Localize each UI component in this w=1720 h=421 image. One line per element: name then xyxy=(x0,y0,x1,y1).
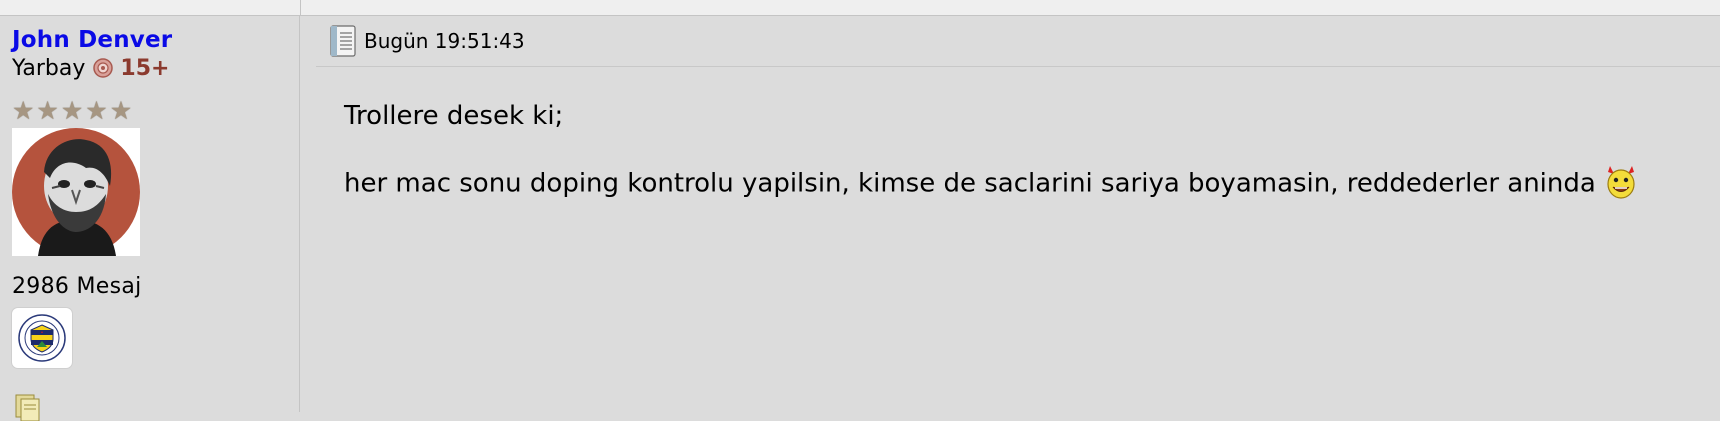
notes-icon[interactable] xyxy=(12,391,42,421)
top-bar xyxy=(0,0,1720,16)
star-icon: ★ xyxy=(12,96,35,125)
author-username-link[interactable]: John Denver xyxy=(12,27,172,53)
header-divider xyxy=(316,66,1720,67)
top-divider xyxy=(300,0,301,15)
author-avatar[interactable] xyxy=(12,128,140,256)
devil-smiley-icon xyxy=(1607,166,1635,199)
fenerbahce-badge-icon xyxy=(12,308,72,368)
author-post-count: 2986 Mesaj xyxy=(12,274,142,299)
document-icon[interactable] xyxy=(330,25,356,57)
star-icon: ★ xyxy=(109,96,133,125)
rank-stars: ★ ★ ★ ★ ★ xyxy=(12,98,132,123)
rank-title: Yarbay xyxy=(12,55,86,81)
post-line-with-smiley: her mac sonu doping kontrolu yapilsin, k… xyxy=(344,164,1638,204)
author-sidebar: John Denver Yarbay 15+ ★ ★ ★ ★ ★ 2986 Me… xyxy=(0,16,300,421)
post-timestamp: Bugün 19:51:43 xyxy=(364,29,525,53)
author-rank: Yarbay 15+ xyxy=(12,54,169,82)
post-line: Trollere desek ki; xyxy=(344,101,564,131)
post-header: Bugün 19:51:43 xyxy=(330,22,525,60)
star-icon: ★ xyxy=(85,96,108,125)
rank-level: 15+ xyxy=(120,55,170,81)
post-body: Trollere desek ki; her mac sonu doping k… xyxy=(344,100,1638,204)
star-icon: ★ xyxy=(36,96,59,125)
rank-medal-icon xyxy=(93,58,114,78)
post-line: her mac sonu doping kontrolu yapilsin, k… xyxy=(344,168,1596,199)
star-icon: ★ xyxy=(60,96,84,125)
